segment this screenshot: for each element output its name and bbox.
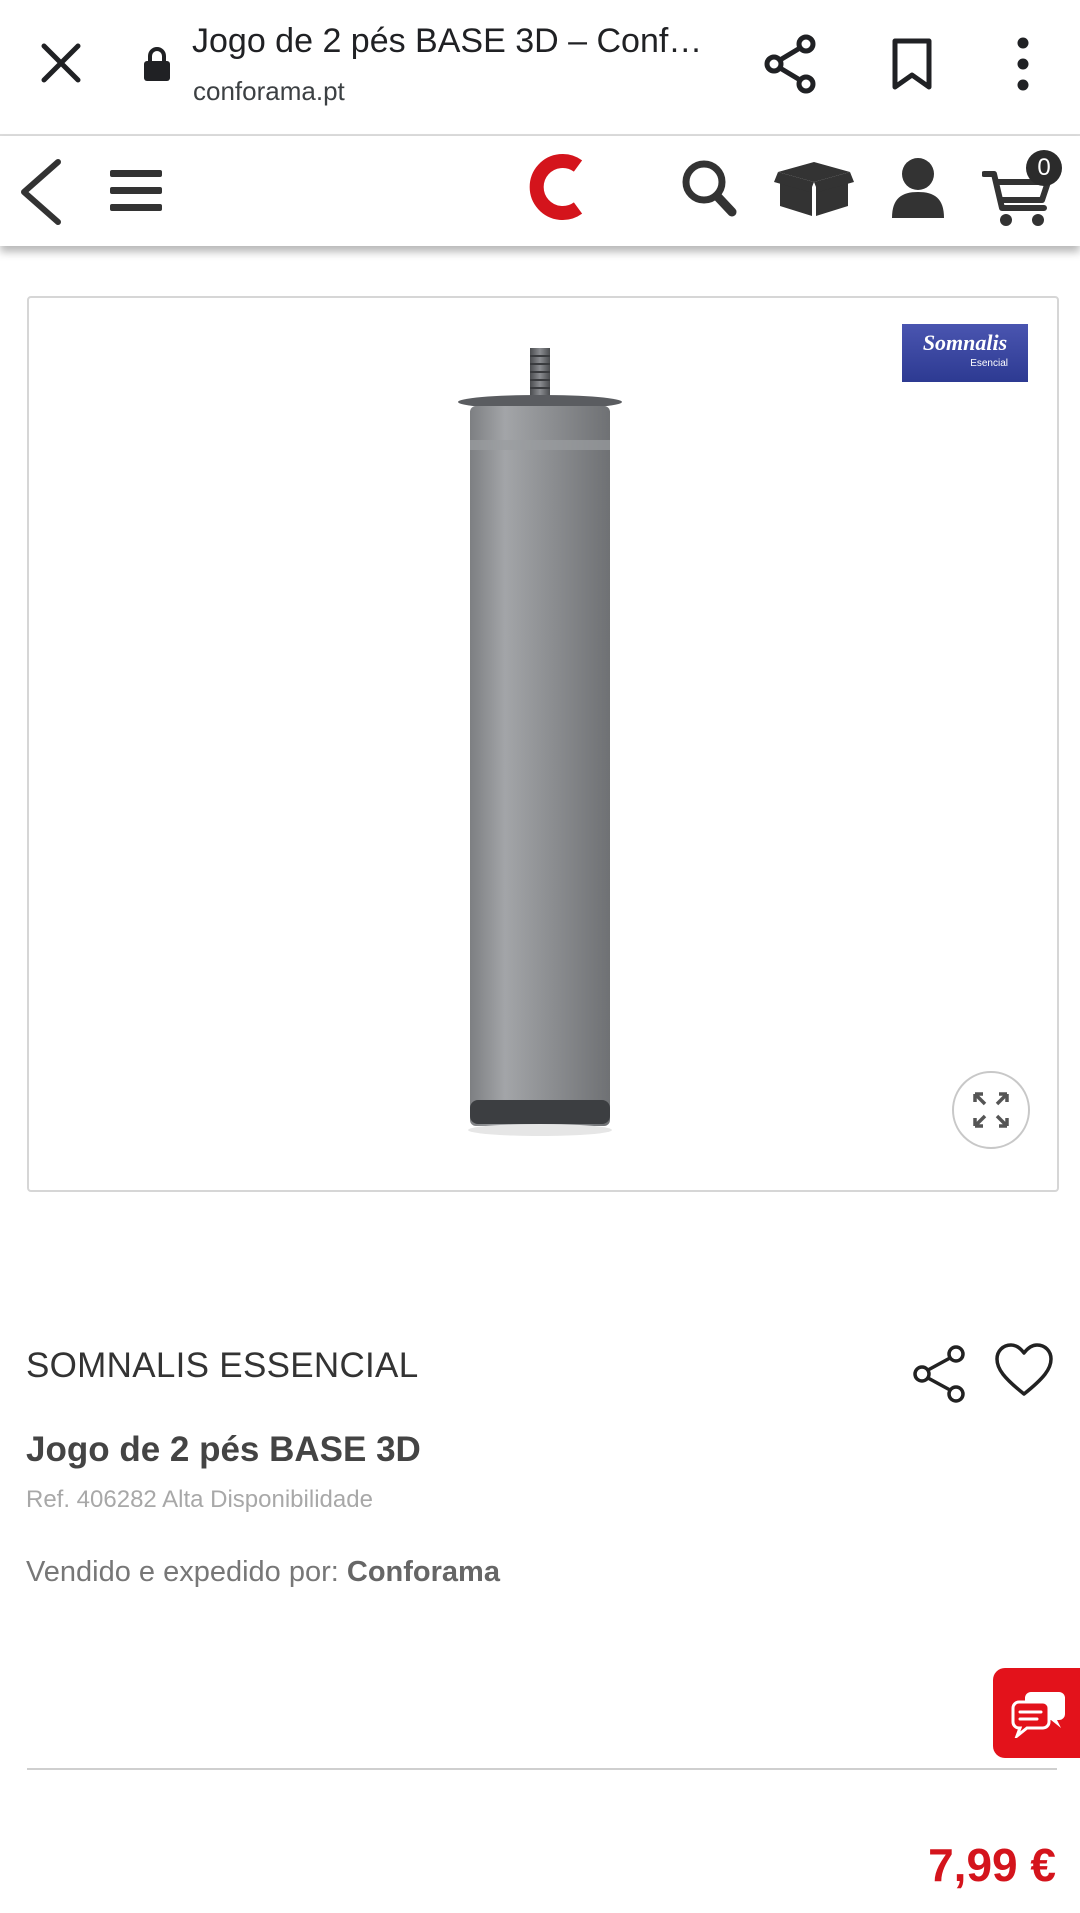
brand-badge-sub: Esencial bbox=[970, 358, 1008, 369]
share-product-icon[interactable] bbox=[912, 1344, 968, 1404]
product-brand[interactable]: SOMNALIS ESSENCIAL bbox=[26, 1346, 418, 1386]
brand-badge-name: Somnalis bbox=[922, 330, 1008, 355]
menu-icon[interactable] bbox=[110, 168, 162, 214]
product-price: 7,99 € bbox=[928, 1839, 1056, 1891]
bookmark-icon[interactable] bbox=[892, 38, 932, 90]
back-arrow-icon[interactable] bbox=[18, 158, 64, 226]
box-icon[interactable] bbox=[774, 158, 854, 220]
tab-url[interactable]: conforama.pt bbox=[193, 76, 345, 107]
lock-icon bbox=[144, 47, 170, 81]
conforama-logo[interactable] bbox=[528, 152, 588, 222]
section-divider bbox=[27, 1768, 1057, 1770]
seller-name[interactable]: Conforama bbox=[347, 1556, 500, 1588]
cart-count-badge: 0 bbox=[1026, 150, 1062, 186]
sold-by-text: Vendido e expedido por: Conforama bbox=[26, 1556, 500, 1589]
chat-bubbles-icon bbox=[1011, 1692, 1065, 1738]
brand-logo-badge: Somnalis Esencial bbox=[902, 324, 1028, 382]
expand-icon bbox=[973, 1092, 1009, 1128]
zoom-button[interactable] bbox=[952, 1071, 1030, 1149]
tab-title[interactable]: Jogo de 2 pés BASE 3D – Conf… bbox=[192, 22, 712, 61]
close-icon[interactable] bbox=[38, 40, 84, 86]
browser-toolbar: Jogo de 2 pés BASE 3D – Conf… conforama.… bbox=[0, 0, 1080, 136]
sold-by-label: Vendido e expedido por: bbox=[26, 1556, 347, 1588]
user-account-icon[interactable] bbox=[890, 156, 946, 220]
product-image bbox=[458, 348, 622, 1136]
search-icon[interactable] bbox=[680, 158, 738, 218]
product-title: Jogo de 2 pés BASE 3D bbox=[26, 1430, 421, 1469]
product-reference: Ref. 406282 Alta Disponibilidade bbox=[26, 1486, 373, 1513]
site-header bbox=[0, 136, 1080, 246]
favorite-heart-icon[interactable] bbox=[994, 1342, 1054, 1398]
chat-button[interactable] bbox=[993, 1668, 1080, 1758]
more-options-icon[interactable] bbox=[1010, 36, 1036, 92]
share-icon[interactable] bbox=[764, 34, 818, 94]
